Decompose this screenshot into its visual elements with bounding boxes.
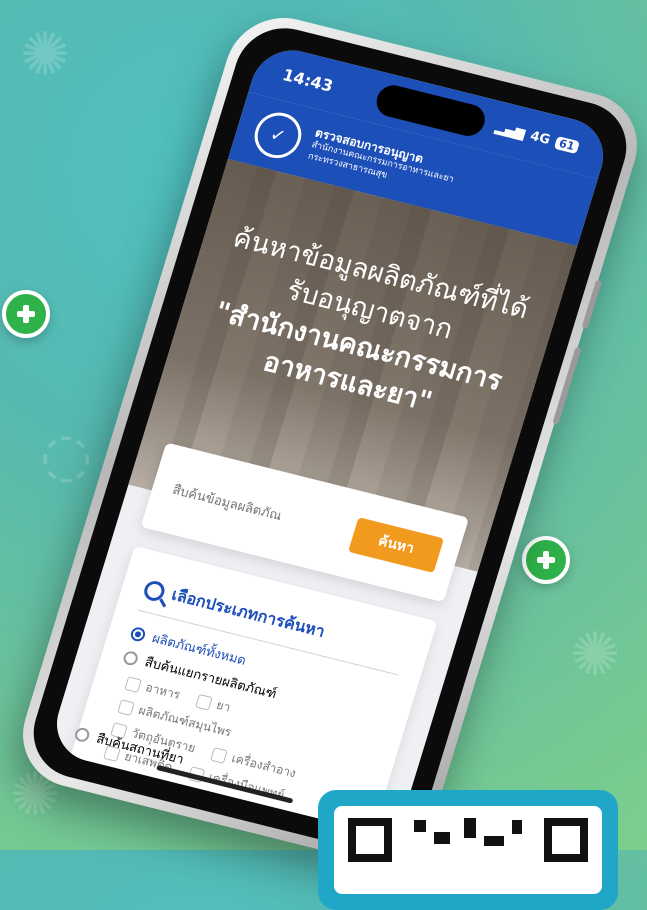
virus-decoration: ✺ [570,620,621,690]
qr-module [512,820,522,834]
plus-icon [2,290,50,338]
radio-button[interactable] [121,649,140,667]
qr-module [434,832,450,844]
network-label: 4G [528,128,552,148]
plus-icon [522,536,570,584]
radio-button[interactable] [129,625,147,643]
checkbox-drug[interactable]: ยา [194,691,232,717]
radio-button[interactable] [73,725,92,743]
checkbox-label: ยา [214,697,233,715]
status-time: 14:43 [280,64,336,96]
bacteria-decoration: ◌ [40,420,93,490]
qr-module [464,818,476,838]
phone-frame: 14:43 ▂▄▆ 4G 61 ✓ ตรวจสอบการอนุญาต สำนัก… [9,6,647,874]
signal-icon: ▂▄▆ [493,119,527,142]
checkbox[interactable] [195,693,213,711]
status-indicators: ▂▄▆ 4G 61 [493,119,581,155]
search-input[interactable] [168,480,343,540]
qr-module [484,836,504,846]
checkbox[interactable] [117,698,135,716]
battery-icon: 61 [553,135,581,154]
phone-bezel: 14:43 ▂▄▆ 4G 61 ✓ ตรวจสอบการอนุญาต สำนัก… [21,18,639,862]
virus-decoration: ✺ [20,20,71,90]
phone-screen: 14:43 ▂▄▆ 4G 61 ✓ ตรวจสอบการอนุญาต สำนัก… [47,42,613,838]
qr-finder [544,818,588,862]
qr-code-card [318,790,618,910]
qr-finder [348,818,392,862]
checkbox-label: อาหาร [143,680,182,702]
qr-code[interactable] [334,806,602,894]
checkbox[interactable] [210,746,229,764]
phone-mockup: 14:43 ▂▄▆ 4G 61 ✓ ตรวจสอบการอนุญาต สำนัก… [9,6,647,874]
filter-title-label: เลือกประเภทการค้นหา [169,584,328,641]
search-button[interactable]: ค้นหา [348,517,444,573]
qr-module [414,820,426,832]
search-icon [141,578,168,603]
fda-logo-icon[interactable]: ✓ [248,107,308,163]
checkbox[interactable] [124,675,143,693]
